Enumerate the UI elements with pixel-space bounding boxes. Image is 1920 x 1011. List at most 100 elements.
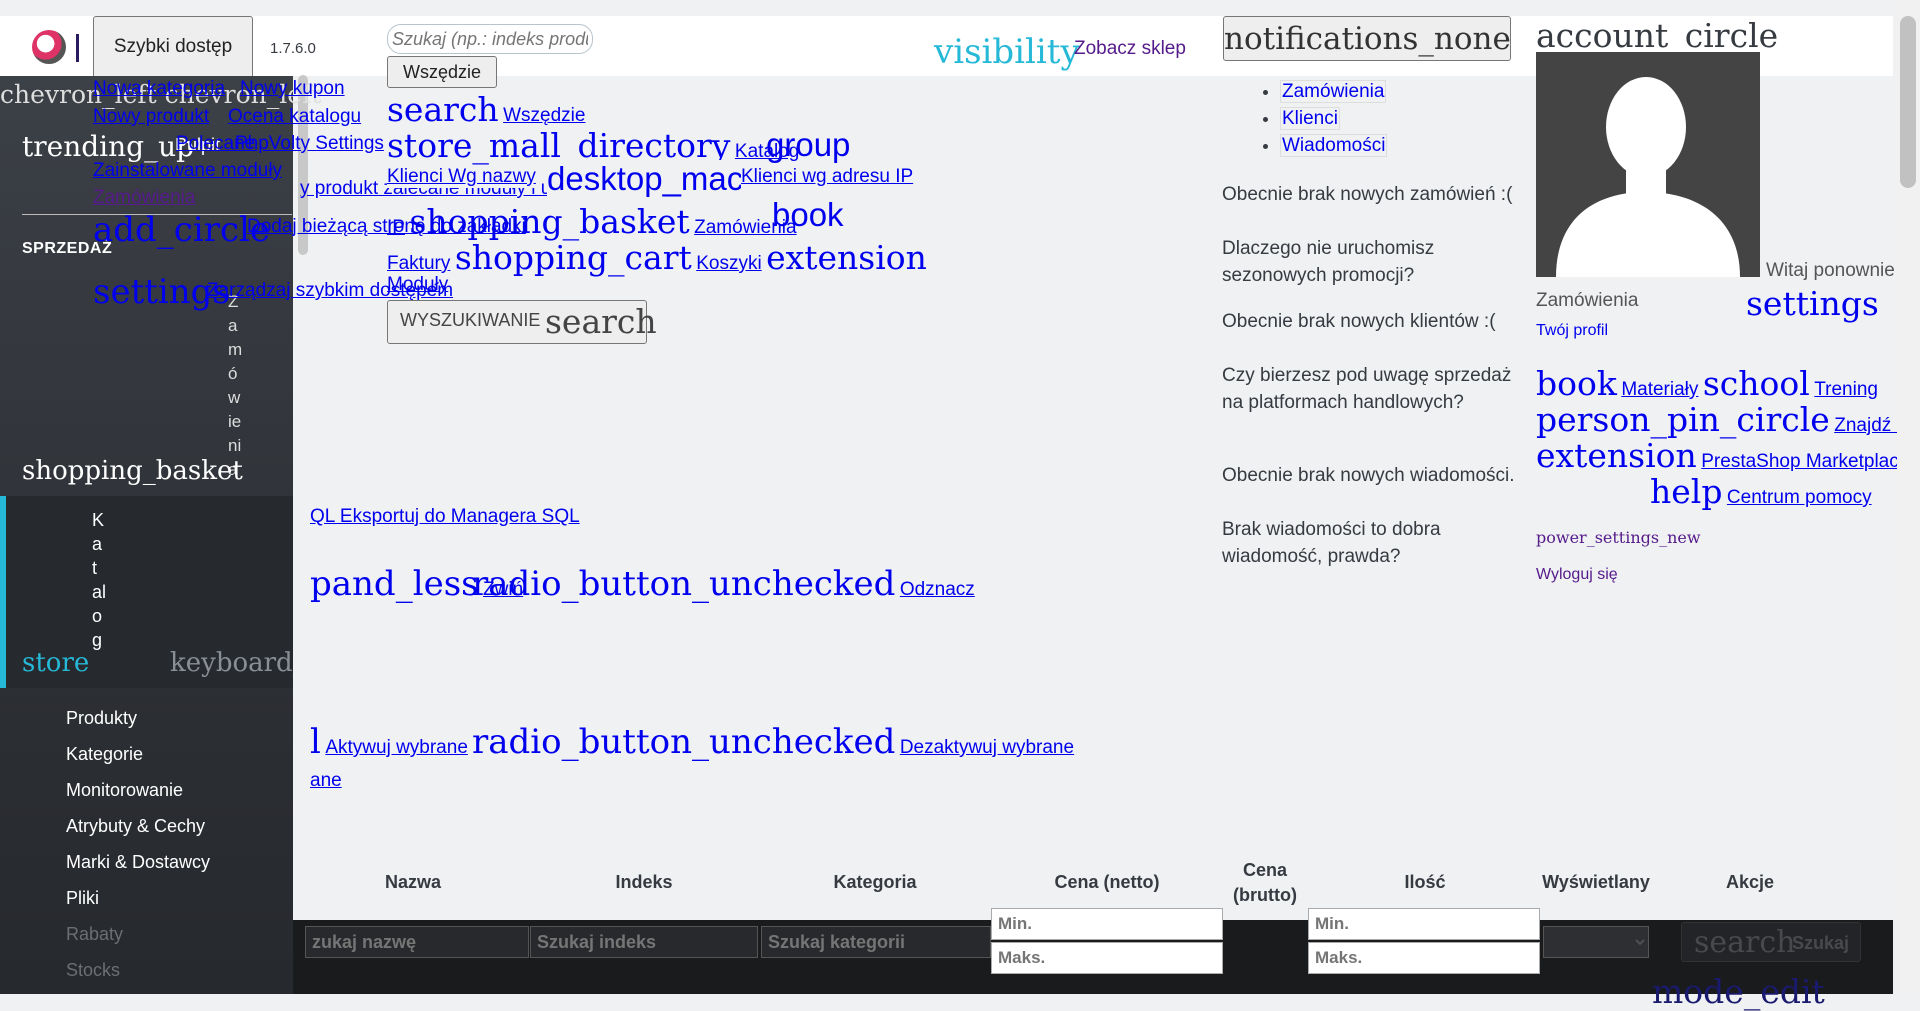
book-icon: book bbox=[772, 196, 844, 233]
tab-customers[interactable]: Klienci bbox=[1280, 107, 1340, 130]
col-category[interactable]: Kategoria bbox=[830, 872, 920, 893]
marketplace-link[interactable]: extension PrestaShop Marketplace bbox=[1536, 436, 1909, 475]
submenu-products[interactable]: Produkty bbox=[66, 708, 137, 729]
qa-new-product[interactable]: Nowy produkt bbox=[93, 106, 209, 128]
notifications-icon[interactable]: notifications_none bbox=[1223, 16, 1511, 61]
search-input[interactable] bbox=[387, 24, 593, 54]
account-circle-icon[interactable]: account_circle bbox=[1536, 16, 1778, 55]
deactivate-selected-link[interactable]: radio_button_unchecked Dezaktywuj wybran… bbox=[472, 722, 1074, 762]
radio-button-unchecked-icon: radio_button_unchecked bbox=[472, 564, 896, 604]
qa-new-coupon[interactable]: Nowy kupon bbox=[240, 78, 345, 100]
school-icon: school bbox=[1702, 364, 1810, 403]
filter-qty-max[interactable] bbox=[1308, 942, 1540, 974]
scope-orders[interactable]: IP shopping_basket Zamówienia bbox=[387, 202, 797, 241]
submenu-discounts[interactable]: Rabaty bbox=[66, 924, 123, 945]
quick-access-button[interactable]: Szybki dostęp bbox=[93, 16, 253, 78]
qa-add-bookmark[interactable]: add_circle Dodaj bieżącą stronę do zakła… bbox=[93, 210, 526, 250]
submenu-files[interactable]: Pliki bbox=[66, 888, 99, 909]
submenu-categories[interactable]: Kategorie bbox=[66, 744, 143, 765]
col-price-gross[interactable]: Cena (brutto) bbox=[1220, 858, 1310, 908]
shopping-basket-icon[interactable]: shopping_basket bbox=[22, 456, 243, 486]
desktop-mac-icon: desktop_mac bbox=[547, 160, 744, 198]
person-pin-circle-icon: person_pin_circle bbox=[1536, 400, 1830, 439]
book-icon: book bbox=[1536, 364, 1617, 403]
prestashop-logo[interactable] bbox=[32, 30, 66, 64]
group-icon: group bbox=[766, 126, 851, 163]
scope-customers-by-ip[interactable]: Klienci wg adresu IP bbox=[741, 166, 914, 188]
extension-icon: extension bbox=[1536, 436, 1697, 475]
resources-link[interactable]: book Materiały school Trening bbox=[1536, 364, 1878, 403]
col-name[interactable]: Nazwa bbox=[383, 872, 443, 893]
avatar bbox=[1536, 52, 1760, 277]
search-icon: search bbox=[545, 302, 657, 341]
scope-invoices[interactable]: Faktury shopping_cart Koszyki extension bbox=[387, 238, 927, 277]
notif-messages-hint: Brak wiadomości to dobra wiadomość, praw… bbox=[1222, 519, 1441, 567]
qa-phpvolty-settings[interactable]: PhpVolty Settings bbox=[235, 133, 384, 155]
notif-customers-empty: Obecnie brak nowych klientów :( bbox=[1222, 311, 1496, 332]
view-shop-link[interactable]: Zobacz sklep bbox=[1074, 38, 1186, 60]
logout-link[interactable]: Wyloguj się bbox=[1536, 566, 1618, 584]
qa-orders[interactable]: Zamówienia bbox=[93, 187, 195, 209]
notif-customers-hint: Czy bierzesz pod uwagę sprzedaż na platf… bbox=[1222, 365, 1512, 413]
col-quantity[interactable]: Ilość bbox=[1400, 872, 1450, 893]
submenu-brands[interactable]: Marki & Dostawcy bbox=[66, 852, 210, 873]
bulk-action-icon: l bbox=[310, 722, 321, 762]
filter-price-max[interactable] bbox=[991, 942, 1223, 974]
expand-less-icon: pand_less bbox=[310, 564, 479, 604]
power-settings-icon: power_settings_new bbox=[1536, 528, 1701, 547]
find-expert-link[interactable]: person_pin_circle Znajdź eksperta bbox=[1536, 400, 1920, 439]
col-index[interactable]: Indeks bbox=[612, 872, 676, 893]
filter-price-min[interactable] bbox=[991, 908, 1223, 940]
sidebar-item-orders[interactable]: Zamówienia bbox=[228, 290, 242, 482]
search-icon: search bbox=[387, 90, 499, 129]
user-silhouette-icon bbox=[1536, 52, 1760, 277]
page-scrollbar-thumb[interactable] bbox=[1900, 16, 1916, 188]
notif-orders-hint: Dlaczego nie uruchomisz sezonowych promo… bbox=[1222, 238, 1435, 286]
scope-everywhere[interactable]: search Wszędzie bbox=[387, 90, 585, 129]
filter-index-input[interactable] bbox=[530, 926, 758, 958]
mode-edit-icon: mode_edit bbox=[1652, 972, 1825, 1011]
search-scope-button[interactable]: Wszędzie bbox=[387, 56, 497, 88]
trending-up-icon[interactable]: trending_up bbox=[22, 130, 194, 163]
filter-category-input[interactable] bbox=[761, 926, 991, 958]
col-price-net[interactable]: Cena (netto) bbox=[1045, 872, 1169, 893]
filter-active-select[interactable] bbox=[1543, 926, 1649, 958]
keyboard-arrow-icon[interactable]: keyboard_arrow_down bbox=[170, 648, 293, 678]
scope-modules[interactable]: Moduły bbox=[387, 274, 448, 296]
submenu-monitoring[interactable]: Monitorowanie bbox=[66, 780, 183, 801]
logo-divider bbox=[76, 34, 79, 62]
col-actions[interactable]: Akcje bbox=[1722, 872, 1778, 893]
qa-installed-modules[interactable]: Zainstalowane moduły bbox=[93, 160, 282, 182]
delete-selected-link[interactable]: ane bbox=[310, 770, 342, 792]
search-icon: search bbox=[1694, 925, 1796, 960]
filter-name-input[interactable] bbox=[305, 926, 529, 958]
version-label: 1.7.6.0 bbox=[270, 40, 316, 57]
scope-customers-by-name[interactable]: Klienci Wg nazwy bbox=[387, 166, 536, 188]
filter-qty-min[interactable] bbox=[1308, 908, 1540, 940]
store-icon[interactable]: store bbox=[22, 648, 89, 678]
shopping-cart-icon: shopping_cart bbox=[454, 238, 692, 277]
notif-messages-empty: Obecnie brak nowych wiadomości. bbox=[1222, 465, 1515, 486]
extension-icon: extension bbox=[766, 238, 927, 277]
radio-button-unchecked-icon: radio_button_unchecked bbox=[472, 722, 896, 762]
shopping-basket-icon: shopping_basket bbox=[409, 202, 690, 241]
activate-selected-link[interactable]: l Aktywuj wybrane bbox=[310, 722, 468, 762]
notifications-tabs: Zamówienia Klienci Wiadomości bbox=[1222, 78, 1388, 159]
sql-export-link[interactable]: QL Eksportuj do Managera SQL bbox=[310, 506, 580, 528]
profile-link[interactable]: Twój profil bbox=[1536, 322, 1608, 340]
add-circle-icon: add_circle bbox=[93, 210, 271, 250]
help-center-link[interactable]: help Centrum pomocy bbox=[1650, 472, 1872, 511]
submenu-attributes[interactable]: Atrybuty & Cechy bbox=[66, 816, 205, 837]
col-active[interactable]: Wyświetlany bbox=[1538, 872, 1654, 893]
search-submit-button[interactable]: WYSZUKIWANIE search bbox=[387, 300, 657, 344]
submenu-stocks[interactable]: Stocks bbox=[66, 960, 120, 981]
sidebar-item-catalog[interactable]: Katalog bbox=[92, 508, 106, 652]
tab-orders[interactable]: Zamówienia bbox=[1280, 80, 1387, 103]
uncheck-link[interactable]: radio_button_unchecked Odznacz bbox=[472, 564, 975, 604]
tab-messages[interactable]: Wiadomości bbox=[1280, 134, 1388, 157]
qa-catalog-evaluation[interactable]: Ocena katalogu bbox=[228, 106, 361, 128]
notif-orders-empty: Obecnie brak nowych zamówień :( bbox=[1222, 184, 1513, 205]
filter-search-button[interactable]: search Szukaj bbox=[1681, 922, 1861, 962]
qa-new-category[interactable]: Nowa kategoria bbox=[93, 78, 225, 100]
visibility-icon[interactable]: visibility bbox=[934, 32, 1080, 72]
